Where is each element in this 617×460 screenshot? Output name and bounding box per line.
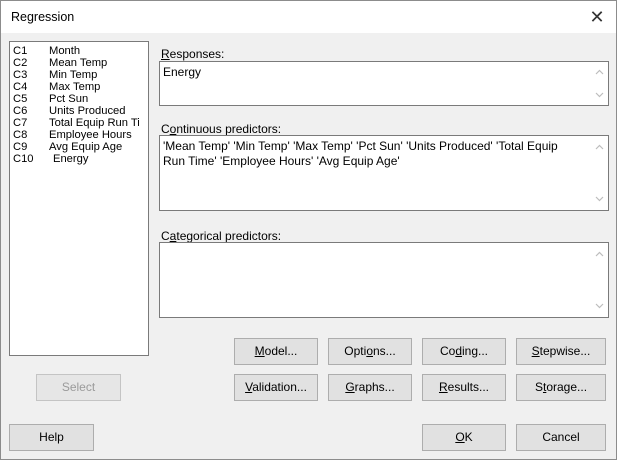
column-name: Min Temp [49,69,98,81]
dialog-title: Regression [11,10,75,24]
scroll-up-icon[interactable] [595,250,604,259]
variable-list[interactable]: C1 Month C2 Mean Temp C3 Min Temp C4 Max Tem… [9,41,149,356]
validation-button[interactable]: Validation... [234,374,318,401]
column-name: Pct Sun [49,93,89,105]
column-id: C2 [13,57,28,69]
column-id: C10 [13,153,34,165]
column-id: C5 [13,93,28,105]
cancel-button[interactable]: Cancel [516,424,606,451]
continuous-scrollbar[interactable] [591,136,608,210]
column-name: Mean Temp [49,57,108,69]
regression-dialog: Regression ✕ C1 Month C2 Mean Temp C3 Min T… [0,0,617,460]
column-id: C3 [13,69,28,81]
scroll-up-icon[interactable] [595,143,604,152]
categorical-predictors-input[interactable] [159,242,609,318]
column-id: C8 [13,129,28,141]
model-button[interactable]: Model... [234,338,318,365]
stepwise-button[interactable]: Stepwise... [516,338,606,365]
column-name: Month [49,45,81,57]
column-id: C4 [13,81,28,93]
results-button[interactable]: Results... [422,374,506,401]
scroll-up-icon[interactable] [595,68,604,77]
responses-scrollbar[interactable] [591,62,608,105]
column-name: Total Equip Run Ti [49,117,140,129]
scroll-down-icon[interactable] [595,90,604,99]
title-bar: Regression ✕ [1,1,616,33]
storage-button[interactable]: Storage... [516,374,606,401]
options-button[interactable]: Options... [328,338,412,365]
select-button[interactable]: Select [36,374,121,401]
continuous-predictors-input[interactable]: 'Mean Temp' 'Min Temp' 'Max Temp' 'Pct S… [159,135,609,211]
categorical-scrollbar[interactable] [591,243,608,317]
ok-button[interactable]: OK [422,424,506,451]
scroll-down-icon[interactable] [595,301,604,310]
column-id: C6 [13,105,28,117]
column-name: Avg Equip Age [49,141,123,153]
column-id: C9 [13,141,28,153]
coding-button[interactable]: Coding... [422,338,506,365]
column-name: Employee Hours [49,129,132,141]
column-id: C1 [13,45,28,57]
responses-input[interactable]: Energy [159,61,609,106]
responses-label: Responses: [161,47,225,61]
column-id: C7 [13,117,28,129]
continuous-predictors-value: 'Mean Temp' 'Min Temp' 'Max Temp' 'Pct S… [163,139,562,168]
continuous-predictors-label: Continuous predictors: [161,122,282,136]
close-icon[interactable]: ✕ [584,4,610,30]
categorical-predictors-label: Categorical predictors: [161,229,282,243]
column-name: Energy [53,153,89,165]
column-name: Max Temp [49,81,101,93]
responses-value: Energy [163,65,202,79]
graphs-button[interactable]: Graphs... [328,374,412,401]
scroll-down-icon[interactable] [595,194,604,203]
help-button[interactable]: Help [9,424,94,451]
column-name: Units Produced [49,105,126,117]
